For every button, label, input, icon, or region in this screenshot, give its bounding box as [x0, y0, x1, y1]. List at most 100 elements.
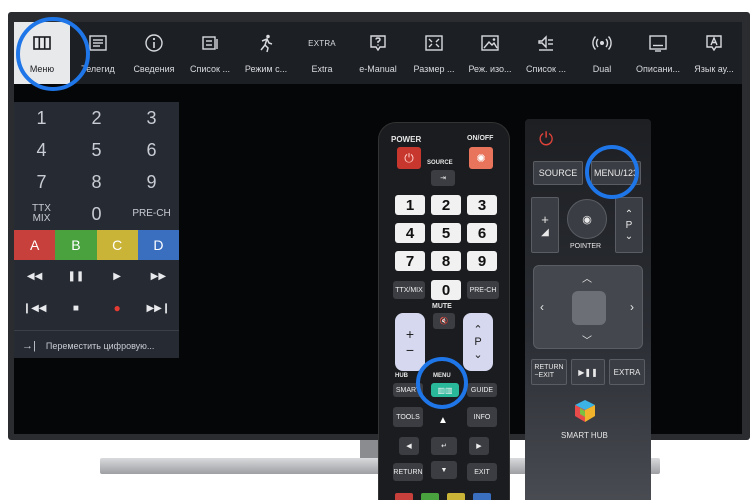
menu-item-info[interactable]: Сведения [126, 22, 182, 84]
virtual-remote-panel: 1 2 3 4 5 6 7 8 9 TTX MIX 0 PRE-CH A B C… [14, 102, 179, 358]
nav-ok-button[interactable] [572, 291, 606, 325]
remote-digit-7[interactable]: 7 [395, 251, 425, 271]
menu-item-dual[interactable]: Dual [574, 22, 630, 84]
description-icon [645, 32, 671, 54]
vr-digit-2[interactable]: 2 [69, 102, 124, 134]
onoff-button[interactable]: ✺ [469, 147, 493, 169]
rewind-icon[interactable]: ◀◀ [14, 260, 55, 292]
navigation-pad[interactable]: ︿ ﹀ ‹ › [533, 265, 643, 349]
channel-rocker[interactable]: ⌃ P ⌄ [463, 313, 493, 371]
vr-button-b[interactable]: B [55, 230, 97, 260]
vr-button-a[interactable]: A [14, 230, 56, 260]
mute-icon: 🔇 [439, 318, 449, 325]
menu-item-label: Описани... [636, 64, 680, 74]
vr-move-panel-row[interactable]: →| Переместить цифровую... [14, 330, 179, 360]
menu-item-sound-list[interactable]: Список ... [518, 22, 574, 84]
remote-digit-2[interactable]: 2 [431, 195, 461, 215]
nav-up-button[interactable]: ▲ [431, 413, 455, 427]
nav-left-button[interactable]: ◀ [399, 437, 419, 455]
vr-digit-4[interactable]: 4 [14, 134, 69, 166]
color-button-a[interactable] [395, 493, 413, 500]
pointer-icon: ◉ [582, 213, 592, 226]
power-button[interactable]: ⏻ [397, 147, 421, 169]
vr-digit-6[interactable]: 6 [124, 134, 179, 166]
fast-forward-icon[interactable]: ▶▶ [138, 260, 179, 292]
onoff-label: ON/OFF [467, 135, 494, 142]
picture-mode-icon [477, 32, 503, 54]
vr-media-controls: ◀◀ ❚❚ ▶ ▶▶ ❙◀◀ ■ ● ▶▶❙ [14, 260, 179, 324]
play-pause-button[interactable]: ▶❚❚ [571, 359, 605, 385]
remote-digit-8[interactable]: 8 [431, 251, 461, 271]
color-button-d[interactable] [473, 493, 491, 500]
menu-item-description[interactable]: Описани... [630, 22, 686, 84]
vr-digit-9[interactable]: 9 [124, 166, 179, 198]
menu-item-channel-list[interactable]: Список ... [182, 22, 238, 84]
extra-icon: EXTRA [308, 38, 336, 48]
remote-digit-1[interactable]: 1 [395, 195, 425, 215]
virtual-remote-number-pad: 1 2 3 4 5 6 7 8 9 TTX MIX 0 PRE-CH [14, 102, 179, 230]
skip-forward-icon[interactable]: ▶▶❙ [138, 292, 179, 324]
remote-digit-4[interactable]: 4 [395, 223, 425, 243]
vr-digit-3[interactable]: 3 [124, 102, 179, 134]
channel-rocker[interactable]: ⌃ P ⌄ [615, 197, 643, 253]
source-button[interactable]: SOURCE [533, 161, 583, 185]
vr-button-d[interactable]: D [137, 230, 179, 260]
vr-move-panel-label: Переместить цифровую... [45, 340, 155, 351]
extra-button[interactable]: EXTRA [609, 359, 645, 385]
prech-button[interactable]: PRE-CH [467, 281, 499, 299]
power-icon[interactable]: ⏻ [539, 129, 553, 150]
menu-item-sports-mode[interactable]: Режим с... [238, 22, 294, 84]
remote-digit-9[interactable]: 9 [467, 251, 497, 271]
remote-digit-0[interactable]: 0 [431, 280, 461, 300]
volume-rocker[interactable]: + − [395, 313, 425, 371]
tools-label: TOOLS [396, 413, 420, 421]
menu-item-label: e-Manual [359, 64, 397, 74]
exit-button[interactable]: EXIT [467, 463, 497, 481]
menu-item-picture-size[interactable]: Размер ... [406, 22, 462, 84]
vr-button-c[interactable]: C [96, 230, 138, 260]
vr-digit-8[interactable]: 8 [69, 166, 124, 198]
ttx-mix-button[interactable]: TTX/MIX [393, 281, 425, 299]
stop-icon[interactable]: ■ [55, 292, 96, 324]
nav-enter-button[interactable]: ↵ [431, 437, 457, 455]
menu-item-extra[interactable]: EXTRA Extra [294, 22, 350, 84]
mute-button[interactable]: 🔇 [433, 313, 455, 329]
nav-right-button[interactable]: ▶ [469, 437, 489, 455]
record-icon[interactable]: ● [97, 292, 138, 324]
volume-up-icon: + [405, 326, 415, 342]
channel-label: P [625, 219, 633, 231]
dual-icon [589, 32, 615, 54]
vr-digit-0[interactable]: 0 [69, 198, 124, 230]
menu-item-picture-mode[interactable]: Реж. изо... [462, 22, 518, 84]
menu-item-emanual[interactable]: e-Manual [350, 22, 406, 84]
color-button-b[interactable] [421, 493, 439, 500]
audio-language-icon [701, 32, 727, 54]
remote-digit-5[interactable]: 5 [431, 223, 461, 243]
smart-hub-logo-icon[interactable] [573, 399, 597, 423]
info-button[interactable]: INFO [467, 407, 497, 427]
menu-item-audio-language[interactable]: Язык ау... [686, 22, 742, 84]
pause-icon[interactable]: ❚❚ [55, 260, 96, 292]
menu-item-label: Язык ау... [694, 64, 734, 74]
arrow-left-icon: ◀ [406, 443, 412, 450]
color-button-c[interactable] [447, 493, 465, 500]
pointer-button[interactable]: ◉ [567, 199, 607, 239]
play-icon[interactable]: ▶ [97, 260, 138, 292]
menu-item-label: Список ... [190, 64, 230, 74]
vr-digit-7[interactable]: 7 [14, 166, 69, 198]
return-button[interactable]: RETURN [393, 463, 423, 481]
remote-digit-3[interactable]: 3 [467, 195, 497, 215]
vr-digit-1[interactable]: 1 [14, 102, 69, 134]
screenshot-stage: Меню Телегид Сведения Список ... Режим с… [0, 0, 750, 500]
skip-back-icon[interactable]: ❙◀◀ [14, 292, 55, 324]
volume-rocker[interactable]: + ◢ [531, 197, 559, 253]
source-button[interactable]: ⇥ [431, 170, 455, 186]
remote-digit-6[interactable]: 6 [467, 223, 497, 243]
guide-button[interactable]: GUIDE [467, 383, 497, 397]
vr-prech-button[interactable]: PRE-CH [124, 198, 179, 230]
nav-down-button[interactable]: ▼ [431, 461, 457, 479]
tools-button[interactable]: TOOLS [393, 407, 423, 427]
vr-ttx-mix-button[interactable]: TTX MIX [14, 198, 69, 230]
return-exit-button[interactable]: RETURN −EXIT [531, 359, 567, 385]
vr-digit-5[interactable]: 5 [69, 134, 124, 166]
